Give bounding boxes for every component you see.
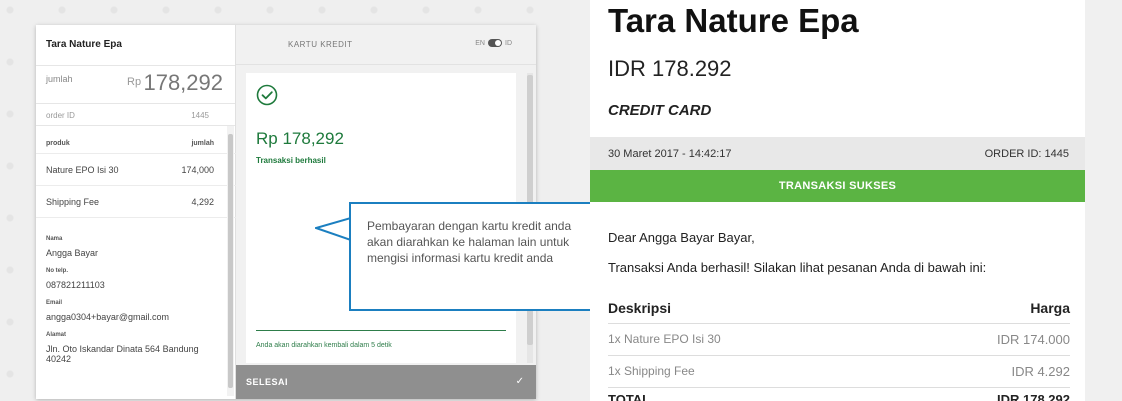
item-description: 1x Nature EPO Isi 30 [608, 332, 721, 346]
email-amount: IDR 178.292 [608, 56, 732, 81]
callout-pointer [315, 217, 351, 241]
success-amount: Rp 178,292 [256, 129, 344, 148]
page-margin [1085, 0, 1122, 401]
customer-details: Nama Angga Bayar No telp. 087821211103 E… [36, 218, 236, 364]
product-name: Nature EPO Isi 30 [46, 165, 119, 175]
address-value: Jln. Oto Iskandar Dinata 564 Bandung 402… [46, 344, 199, 364]
amount-label: jumlah [46, 74, 73, 84]
email-receipt: Tara Nature Epa IDR 178.292 CREDIT CARD … [590, 0, 1085, 401]
email-message: Transaksi Anda berhasil! Silakan lihat p… [608, 260, 987, 275]
amount-value: 178,292 [143, 70, 223, 95]
success-text: Transaksi berhasil [256, 156, 326, 165]
item-price: IDR 4.292 [1011, 364, 1070, 379]
done-button-label: SELESAI [246, 377, 289, 387]
order-id-row: order ID 1445 [36, 104, 235, 126]
done-button[interactable]: SELESAI ✓ [236, 365, 536, 399]
col-product: produk [46, 140, 70, 147]
item-description: 1x Shipping Fee [608, 364, 695, 378]
phone-label: No telp. [46, 268, 68, 274]
email-value: angga0304+bayar@gmail.com [46, 312, 169, 322]
product-table-header: produk jumlah [36, 126, 236, 154]
email-merchant-title: Tara Nature Epa [608, 2, 859, 39]
col-price: Harga [1030, 300, 1070, 316]
email-table-header: Deskripsi Harga [608, 300, 1070, 324]
payment-method-title: KARTU KREDIT [288, 40, 353, 49]
merchant-name: Tara Nature Epa [36, 25, 235, 66]
order-summary-panel: Tara Nature Epa jumlah Rp 178,292 order … [36, 25, 236, 399]
table-row: Shipping Fee 4,292 [36, 186, 236, 218]
total-value: IDR 178.292 [997, 392, 1070, 401]
name-value: Angga Bayar [46, 248, 99, 258]
total-row: TOTAL IDR 178.292 [608, 392, 1070, 401]
email-payment-method: CREDIT CARD [608, 102, 712, 119]
order-id-value: 1445 [191, 111, 209, 120]
email-order-id: ORDER ID: 1445 [984, 148, 1069, 160]
product-amount: 174,000 [181, 165, 214, 175]
email-meta-bar: 30 Maret 2017 - 14:42:17 ORDER ID: 1445 [590, 137, 1085, 170]
lang-en-label: EN [475, 39, 485, 47]
col-description: Deskripsi [608, 300, 672, 316]
table-row: Nature EPO Isi 30 174,000 [36, 154, 236, 186]
amount-currency: Rp [127, 76, 142, 88]
check-icon: ✓ [515, 376, 524, 387]
check-circle-icon [256, 84, 278, 106]
email-label: Email [46, 300, 63, 306]
lang-id-label: ID [505, 39, 512, 47]
amount-row: jumlah Rp 178,292 [36, 66, 235, 104]
product-name: Shipping Fee [46, 197, 100, 207]
transaction-date: 30 Maret 2017 - 14:42:17 [608, 148, 732, 160]
callout-box: Pembayaran dengan kartu kredit anda akan… [349, 202, 592, 311]
name-label: Nama [46, 236, 63, 242]
table-row: 1x Nature EPO Isi 30 IDR 174.000 [608, 324, 1070, 356]
table-row: 1x Shipping Fee IDR 4.292 [608, 356, 1070, 388]
phone-value: 087821211103 [46, 280, 105, 290]
email-greeting: Dear Angga Bayar Bayar, [608, 230, 755, 245]
summary-scroll-area: produk jumlah Nature EPO Isi 30 174,000 … [36, 126, 236, 399]
payment-header: KARTU KREDIT EN ID [236, 25, 536, 65]
redirect-notice: Anda akan diarahkan kembali dalam 5 deti… [256, 342, 392, 349]
summary-scrollbar-thumb[interactable] [228, 134, 233, 388]
order-id-label: order ID [46, 111, 75, 120]
language-toggle[interactable] [488, 39, 502, 47]
col-amount: jumlah [191, 140, 214, 147]
total-label: TOTAL [608, 392, 651, 401]
status-badge: TRANSAKSI SUKSES [590, 170, 1085, 202]
address-label: Alamat [46, 332, 67, 338]
item-price: IDR 174.000 [997, 332, 1070, 347]
product-amount: 4,292 [191, 197, 214, 207]
language-switch[interactable]: EN ID [475, 39, 512, 47]
callout-text: Pembayaran dengan kartu kredit anda akan… [367, 219, 572, 265]
divider [256, 330, 506, 331]
summary-scrollbar[interactable] [227, 126, 234, 396]
